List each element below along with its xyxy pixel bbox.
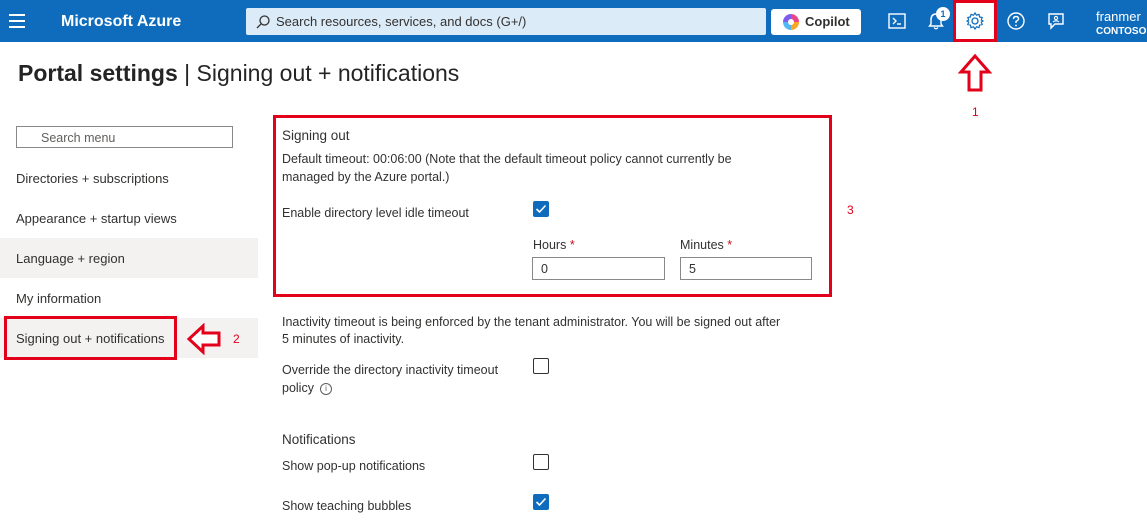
page-title-main: Portal settings: [18, 60, 178, 86]
enable-idle-timeout-checkbox[interactable]: [533, 201, 549, 217]
brand-title[interactable]: Microsoft Azure: [61, 13, 181, 31]
checkmark-icon: [535, 497, 547, 507]
gear-icon: [965, 11, 985, 31]
sidebar-item-label: Directories + subscriptions: [16, 171, 169, 186]
annotation-arrow-left: [186, 323, 221, 355]
sidebar-item-label: Language + region: [16, 251, 125, 266]
checkmark-icon: [535, 204, 547, 214]
annotation-marker-2: 2: [233, 332, 240, 346]
copilot-button[interactable]: Copilot: [771, 9, 861, 35]
cloud-shell-icon[interactable]: [886, 10, 908, 32]
signing-out-heading: Signing out: [282, 128, 350, 143]
hours-label: Hours *: [533, 238, 575, 252]
annotation-marker-1: 1: [972, 105, 979, 119]
settings-button[interactable]: [953, 0, 997, 42]
page-title-sub: Signing out + notifications: [196, 60, 460, 86]
sidebar-item-directories[interactable]: Directories + subscriptions: [0, 158, 258, 198]
minutes-input[interactable]: 5: [680, 257, 812, 280]
user-name[interactable]: franmer: [1096, 9, 1141, 24]
global-search-placeholder: Search resources, services, and docs (G+…: [276, 14, 527, 29]
page-title: Portal settings | Signing out + notifica…: [18, 60, 459, 87]
override-timeout-checkbox[interactable]: [533, 358, 549, 374]
global-search-input[interactable]: Search resources, services, and docs (G+…: [246, 8, 766, 35]
page-title-separator: |: [184, 60, 191, 86]
notification-count-badge: 1: [936, 7, 950, 21]
hours-input[interactable]: 0: [532, 257, 665, 280]
override-label-2: policy i: [282, 381, 332, 395]
default-timeout-text-2: managed by the Azure portal.): [282, 170, 450, 184]
annotation-highlight-sidebar: [4, 316, 177, 360]
sidebar-item-appearance[interactable]: Appearance + startup views: [0, 198, 258, 238]
sidebar-item-language[interactable]: Language + region: [0, 238, 258, 278]
menu-search-input[interactable]: Search menu: [16, 126, 233, 148]
top-bar: Microsoft Azure Search resources, servic…: [0, 0, 1147, 42]
hamburger-icon[interactable]: [9, 14, 25, 28]
default-timeout-text-1: Default timeout: 00:06:00 (Note that the…: [282, 152, 732, 166]
feedback-icon[interactable]: [1045, 10, 1067, 32]
sidebar-item-my-information[interactable]: My information: [0, 278, 258, 318]
notifications-heading: Notifications: [282, 432, 356, 447]
info-icon[interactable]: i: [319, 383, 332, 395]
search-icon: [256, 15, 270, 29]
minutes-label: Minutes *: [680, 238, 733, 252]
menu-search-placeholder: Search menu: [41, 131, 116, 145]
teaching-bubbles-checkbox[interactable]: [533, 494, 549, 510]
sidebar-item-label: Appearance + startup views: [16, 211, 177, 226]
copilot-icon: [783, 14, 799, 30]
help-icon[interactable]: [1005, 10, 1027, 32]
copilot-label: Copilot: [805, 14, 850, 29]
popup-notifications-label: Show pop-up notifications: [282, 459, 426, 473]
enforced-text-1: Inactivity timeout is being enforced by …: [282, 315, 781, 329]
enable-idle-timeout-label: Enable directory level idle timeout: [282, 206, 469, 220]
enforced-text-2: 5 minutes of inactivity.: [282, 332, 405, 346]
override-label-1: Override the directory inactivity timeou…: [282, 363, 499, 377]
user-org: CONTOSO: [1096, 26, 1147, 37]
popup-notifications-checkbox[interactable]: [533, 454, 549, 470]
teaching-bubbles-label: Show teaching bubbles: [282, 499, 412, 513]
sidebar-item-label: My information: [16, 291, 102, 306]
annotation-arrow-up: [958, 53, 992, 92]
annotation-marker-3: 3: [847, 203, 854, 217]
